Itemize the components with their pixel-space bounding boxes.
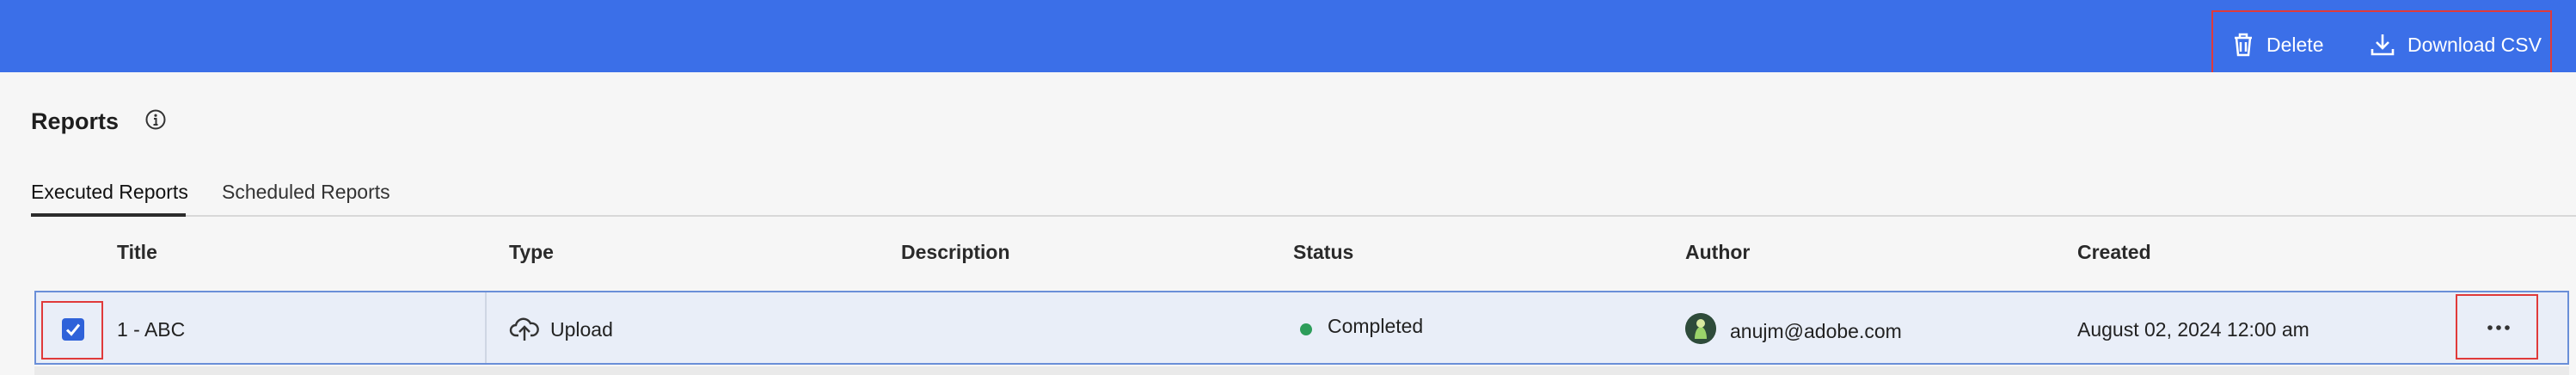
- row-actions-highlight: [2456, 294, 2538, 360]
- column-header-description[interactable]: Description: [901, 241, 1010, 264]
- column-header-created[interactable]: Created: [2077, 241, 2151, 264]
- status-indicator-dot: [1300, 323, 1312, 335]
- row-author[interactable]: anujm@adobe.com: [1730, 320, 1902, 343]
- row-created: August 02, 2024 12:00 am: [2077, 318, 2309, 341]
- active-tab-indicator: [31, 213, 186, 217]
- more-icon: [2487, 325, 2510, 330]
- row-status: Completed: [1328, 315, 1424, 337]
- report-tabs: Executed Reports Scheduled Reports: [31, 175, 2576, 217]
- delete-label: Delete: [2266, 33, 2324, 56]
- row-divider: [485, 292, 487, 363]
- trash-icon: [2235, 33, 2252, 57]
- row-title[interactable]: 1 - ABC: [117, 318, 185, 341]
- reports-panel: Reports Executed Reports Scheduled Repor…: [0, 72, 2576, 375]
- download-icon: [2371, 34, 2395, 56]
- column-header-status[interactable]: Status: [1293, 241, 1353, 264]
- column-header-author[interactable]: Author: [1685, 241, 1750, 264]
- row-checkbox[interactable]: [62, 318, 84, 341]
- toolbar-actions: Delete Download CSV: [2211, 10, 2552, 77]
- next-row-edge: [34, 366, 2569, 375]
- download-csv-button[interactable]: Download CSV: [2370, 28, 2542, 62]
- download-csv-label: Download CSV: [2407, 33, 2542, 56]
- more-actions-button[interactable]: [2480, 315, 2518, 341]
- row-select-highlight: [41, 301, 103, 360]
- info-icon[interactable]: [144, 108, 167, 131]
- column-header-title[interactable]: Title: [117, 241, 157, 264]
- table-row[interactable]: 1 - ABC Upload Completed anujm@adobe.com…: [34, 291, 2569, 365]
- tab-executed-reports[interactable]: Executed Reports: [31, 181, 188, 204]
- tab-scheduled-reports[interactable]: Scheduled Reports: [222, 181, 390, 204]
- cloud-upload-icon: [509, 317, 539, 341]
- row-type: Upload: [550, 318, 613, 341]
- top-toolbar: Delete Download CSV: [0, 0, 2576, 77]
- column-header-type[interactable]: Type: [509, 241, 554, 264]
- avatar: [1685, 313, 1716, 344]
- delete-button[interactable]: Delete: [2232, 28, 2323, 62]
- page-title: Reports: [31, 108, 120, 134]
- table-header: Title Type Description Status Author Cre…: [31, 241, 2576, 275]
- checkmark-icon: [65, 323, 81, 336]
- avatar-image-icon: [1685, 313, 1716, 344]
